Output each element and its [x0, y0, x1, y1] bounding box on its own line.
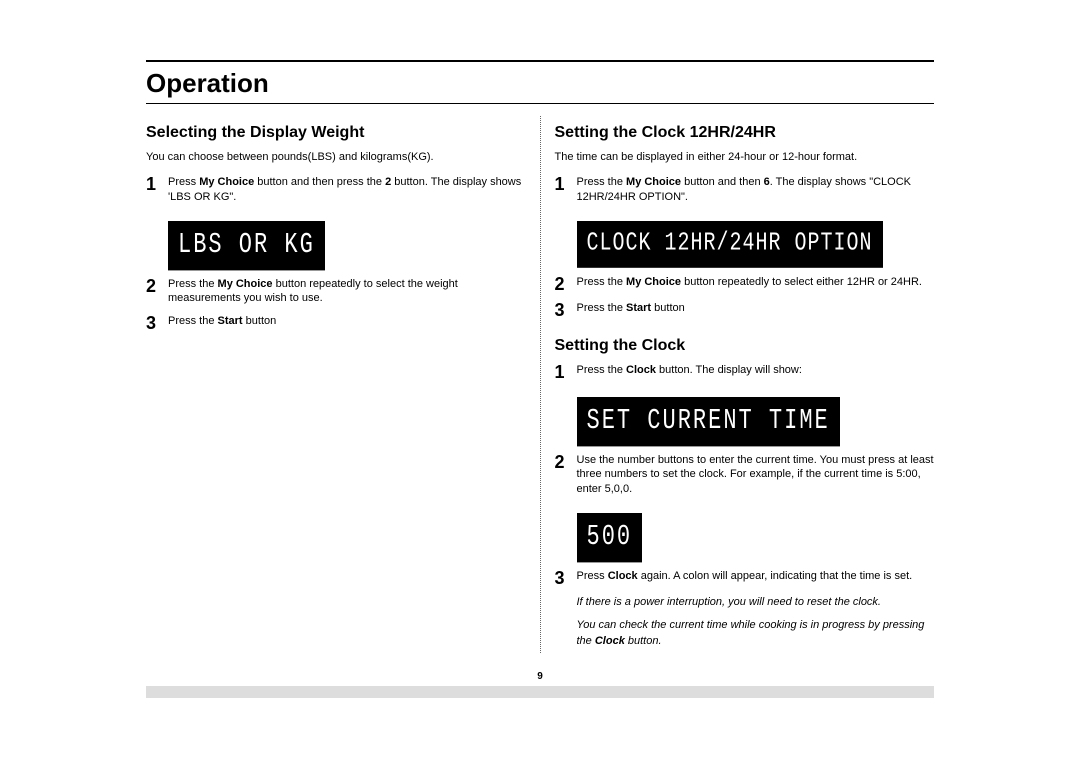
lcd-display: LBS OR KG	[168, 221, 325, 270]
note: You can check the current time while coo…	[577, 618, 935, 649]
step-text: Use the number buttons to enter the curr…	[577, 453, 935, 498]
columns: Selecting the Display Weight You can cho…	[146, 116, 934, 653]
left-step-3: 3 Press the Start button	[146, 314, 526, 332]
right-heading-a: Setting the Clock 12HR/24HR	[555, 124, 935, 142]
step-number: 2	[555, 453, 577, 471]
page-number: 9	[146, 671, 934, 682]
page-title: Operation	[146, 68, 934, 99]
left-intro: You can choose between pounds(LBS) and k…	[146, 150, 526, 165]
left-step-2: 2 Press the My Choice button repeatedly …	[146, 277, 526, 307]
right-column: Setting the Clock 12HR/24HR The time can…	[540, 116, 935, 653]
step-number: 3	[146, 314, 168, 332]
footer-bar	[146, 686, 934, 698]
lcd-display: CLOCK 12HR/24HR OPTION	[577, 221, 883, 268]
step-number: 1	[555, 363, 577, 381]
step-text: Press the Start button	[168, 314, 526, 329]
right-b-step-1: 1 Press the Clock button. The display wi…	[555, 363, 935, 381]
right-a-step-3: 3 Press the Start button	[555, 301, 935, 319]
step-text: Press My Choice button and then press th…	[168, 175, 526, 205]
right-b-step-2: 2 Use the number buttons to enter the cu…	[555, 453, 935, 498]
left-heading: Selecting the Display Weight	[146, 124, 526, 142]
lcd-display: 500	[577, 513, 643, 562]
right-a-step-2: 2 Press the My Choice button repeatedly …	[555, 275, 935, 293]
step-text: Press the Start button	[577, 301, 935, 316]
step-text: Press the Clock button. The display will…	[577, 363, 935, 378]
step-text: Press Clock again. A colon will appear, …	[577, 569, 935, 584]
right-b-step-3: 3 Press Clock again. A colon will appear…	[555, 569, 935, 587]
step-number: 2	[146, 277, 168, 295]
note: If there is a power interruption, you wi…	[577, 595, 935, 610]
left-step-1: 1 Press My Choice button and then press …	[146, 175, 526, 205]
step-text: Press the My Choice button repeatedly to…	[577, 275, 935, 290]
step-number: 2	[555, 275, 577, 293]
top-rule	[146, 60, 934, 62]
right-intro-a: The time can be displayed in either 24-h…	[555, 150, 935, 165]
step-number: 1	[146, 175, 168, 193]
step-number: 1	[555, 175, 577, 193]
title-underline	[146, 103, 934, 104]
lcd-display: SET CURRENT TIME	[577, 397, 840, 446]
left-column: Selecting the Display Weight You can cho…	[146, 116, 540, 653]
right-heading-b: Setting the Clock	[555, 337, 935, 355]
right-a-step-1: 1 Press the My Choice button and then 6.…	[555, 175, 935, 205]
manual-page: Operation Selecting the Display Weight Y…	[146, 60, 934, 682]
step-number: 3	[555, 569, 577, 587]
step-text: Press the My Choice button and then 6. T…	[577, 175, 935, 205]
step-number: 3	[555, 301, 577, 319]
step-text: Press the My Choice button repeatedly to…	[168, 277, 526, 307]
